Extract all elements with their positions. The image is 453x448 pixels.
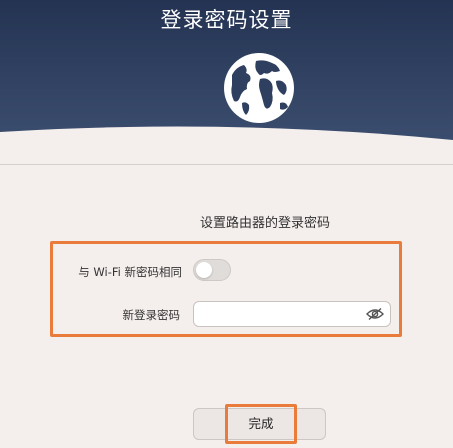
same-as-wifi-toggle[interactable] bbox=[193, 259, 231, 281]
new-password-input[interactable] bbox=[200, 305, 364, 325]
globe-icon bbox=[224, 53, 294, 123]
done-button-label[interactable]: 完成 bbox=[225, 404, 297, 444]
header-banner: 登录密码设置 bbox=[0, 0, 453, 150]
new-password-label: 新登录密码 bbox=[122, 308, 181, 322]
new-password-field bbox=[193, 301, 391, 327]
form-subtitle: 设置路由器的登录密码 bbox=[199, 216, 330, 231]
divider bbox=[0, 164, 453, 165]
same-as-wifi-label: 与 Wi-Fi 新密码相同 bbox=[78, 265, 182, 279]
page-title: 登录密码设置 bbox=[160, 8, 293, 32]
eye-off-icon[interactable] bbox=[366, 307, 384, 321]
toggle-knob bbox=[196, 262, 212, 278]
